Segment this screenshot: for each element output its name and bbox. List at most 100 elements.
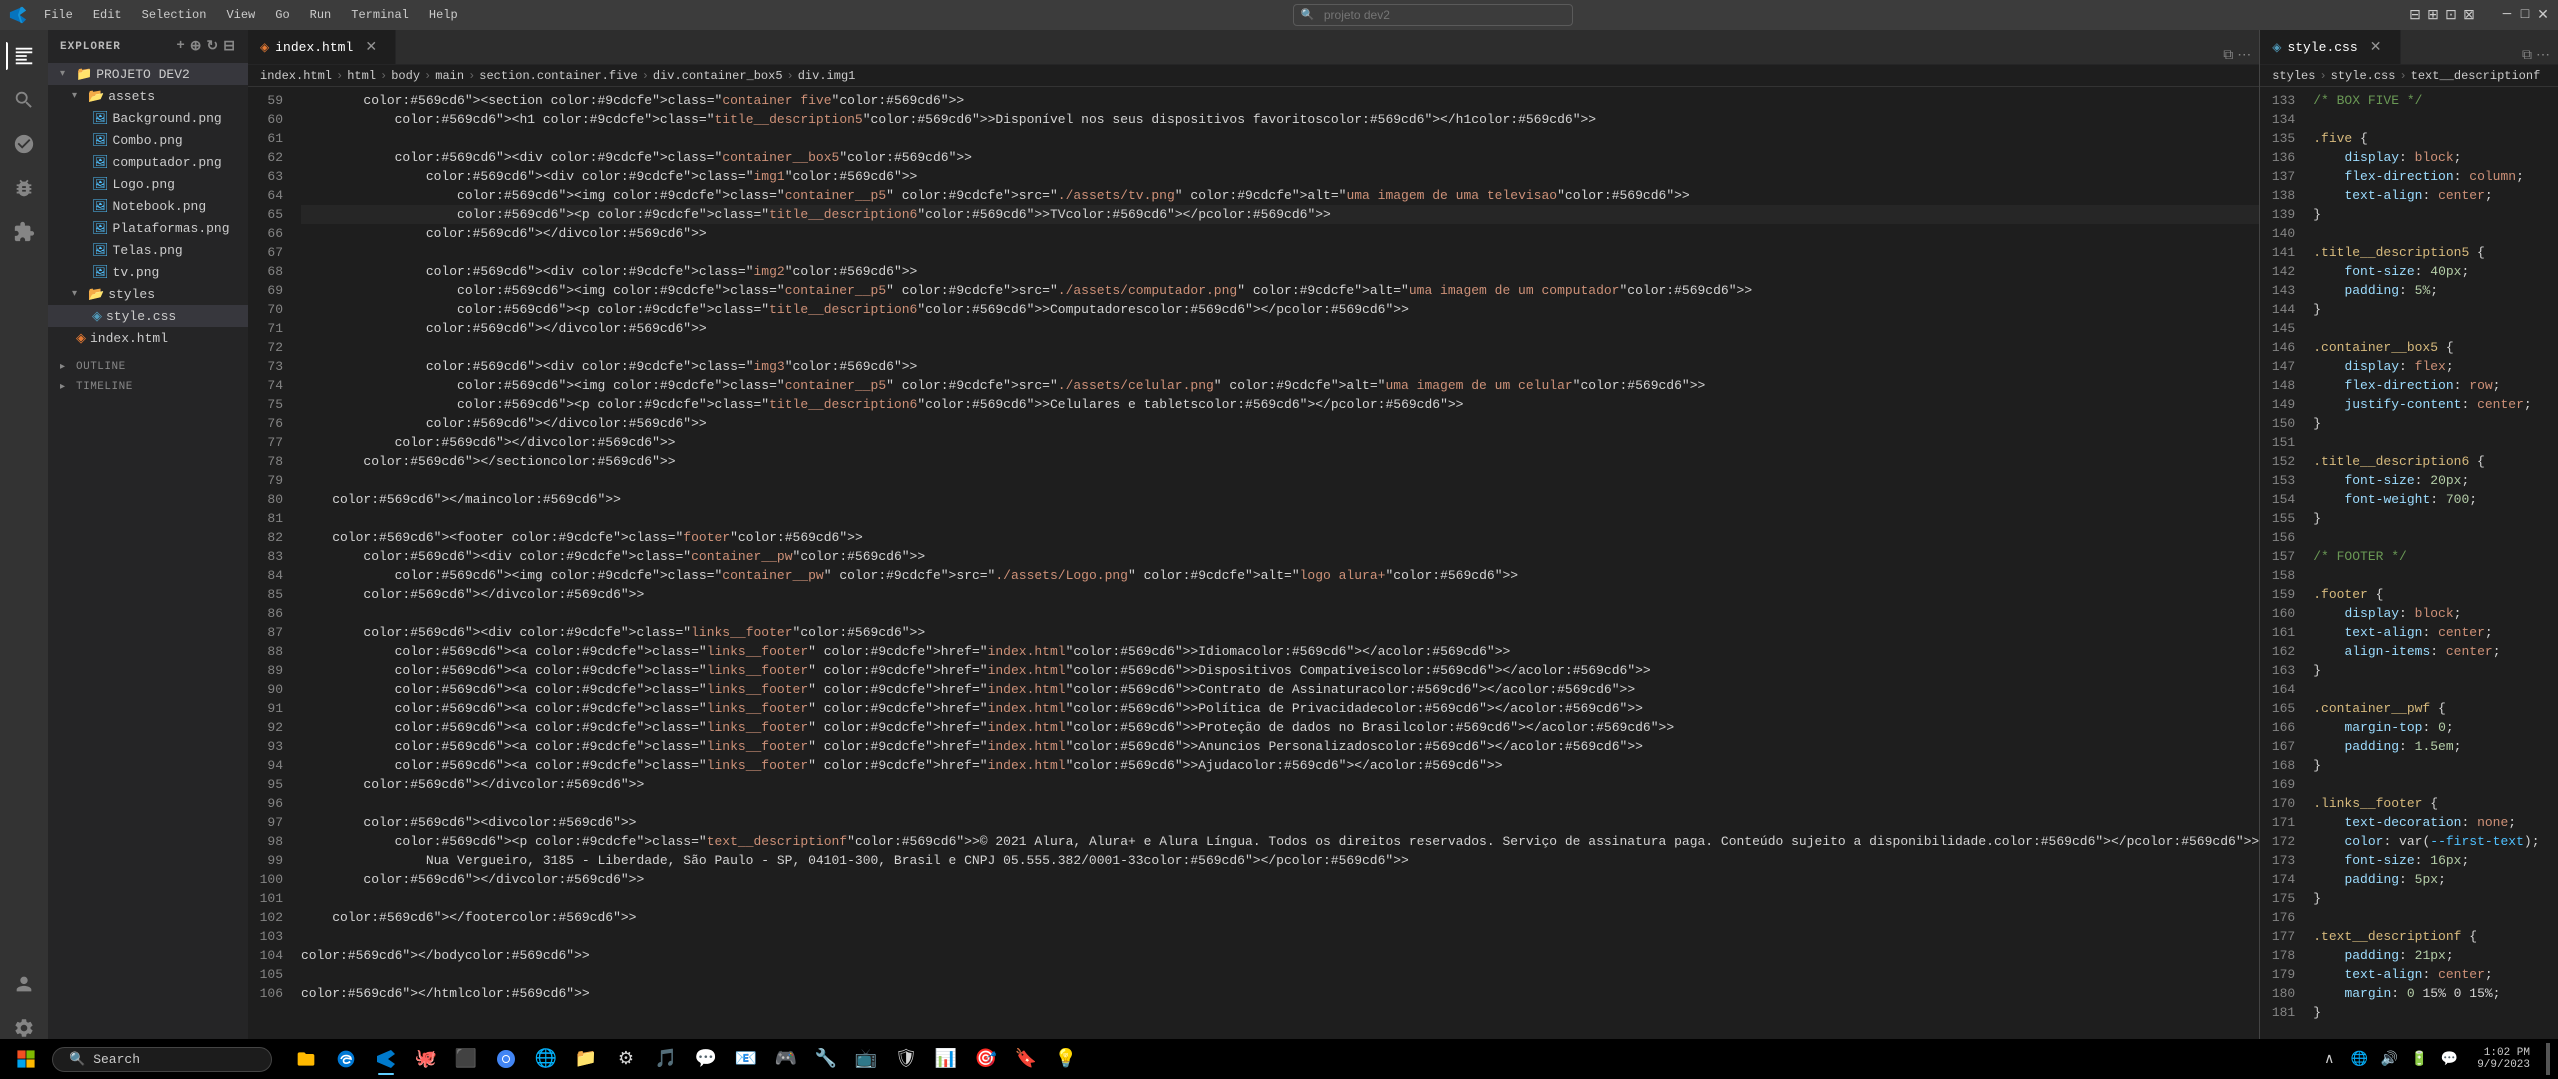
taskbar-app-github[interactable]: 🐙 (408, 1041, 444, 1077)
new-folder-icon[interactable]: ⊕ (190, 38, 203, 55)
menu-terminal[interactable]: Terminal (343, 4, 417, 26)
taskbar-app-misc9[interactable]: 📺 (848, 1041, 884, 1077)
png-file-icon: 🖼 (92, 221, 109, 236)
png-file-icon: 🖼 (92, 155, 109, 170)
time-display[interactable]: 1:02 PM 9/9/2023 (2469, 1047, 2538, 1071)
activity-extensions[interactable] (6, 214, 42, 250)
activity-source-control[interactable] (6, 126, 42, 162)
taskbar-app-terminal[interactable]: ⬛ (448, 1041, 484, 1077)
tab-close-button[interactable]: ✕ (363, 39, 379, 55)
window-controls: ⊟ ⊞ ⊡ ⊠ ─ □ ✕ (2408, 8, 2550, 22)
left-code-content[interactable]: color:#569cd6"><section color:#9cdcfe">c… (293, 87, 2259, 1054)
layout-icon-3[interactable]: ⊡ (2444, 8, 2458, 22)
sidebar-item-stylecss[interactable]: ◈ style.css (48, 305, 248, 327)
layout-icon-2[interactable]: ⊞ (2426, 8, 2440, 22)
menu-edit[interactable]: Edit (85, 4, 130, 26)
taskbar-app-misc7[interactable]: 🎮 (768, 1041, 804, 1077)
more-actions-icon[interactable]: ⋯ (2536, 47, 2550, 64)
tab-label: index.html (275, 40, 353, 55)
tab-stylecss[interactable]: ◈ style.css ✕ (2260, 30, 2400, 64)
taskbar-app-vscode[interactable] (368, 1041, 404, 1077)
search-container: 🔍 (1293, 4, 1573, 26)
taskbar-app-chrome[interactable] (488, 1041, 524, 1077)
sidebar-styles-folder[interactable]: ▾ 📂 styles (48, 283, 248, 305)
sidebar-assets-folder[interactable]: ▾ 📂 assets (48, 85, 248, 107)
activity-profile[interactable] (6, 966, 42, 1002)
taskbar-app-misc3[interactable]: ⚙ (608, 1041, 644, 1077)
taskbar-app-misc8[interactable]: 🔧 (808, 1041, 844, 1077)
taskbar-app-misc13[interactable]: 🔖 (1008, 1041, 1044, 1077)
sidebar-item-logo[interactable]: 🖼 Logo.png (48, 173, 248, 195)
sidebar-item-tv[interactable]: 🖼 tv.png (48, 261, 248, 283)
volume-icon[interactable]: 🔊 (2377, 1047, 2401, 1071)
taskbar-search-bar[interactable]: 🔍 Search (52, 1047, 272, 1072)
taskbar-app-misc12[interactable]: 🎯 (968, 1041, 1004, 1077)
activity-search[interactable] (6, 82, 42, 118)
sidebar-item-plataformas[interactable]: 🖼 Plataformas.png (48, 217, 248, 239)
top-search-input[interactable] (1293, 4, 1573, 26)
taskbar-app-explorer[interactable] (288, 1041, 324, 1077)
activity-debug[interactable] (6, 170, 42, 206)
sidebar-item-background[interactable]: 🖼 Background.png (48, 107, 248, 129)
sidebar-title: EXPLORER (60, 41, 121, 53)
new-file-icon[interactable]: + (176, 38, 185, 55)
breadcrumb-div-img1: div.img1 (798, 69, 856, 83)
file-label: Logo.png (113, 177, 175, 192)
maximize-button[interactable]: □ (2518, 8, 2532, 22)
taskbar-app-misc14[interactable]: 💡 (1048, 1041, 1084, 1077)
sidebar-item-telas[interactable]: 🖼 Telas.png (48, 239, 248, 261)
menu-file[interactable]: File (36, 4, 81, 26)
more-actions-icon[interactable]: ⋯ (2237, 47, 2251, 64)
breadcrumb-sep: › (380, 69, 387, 83)
timeline-section[interactable]: ▸ TIMELINE (48, 377, 248, 397)
right-code-content[interactable]: /* BOX FIVE */ .five { display: block; f… (2305, 87, 2558, 1054)
layout-icon-4[interactable]: ⊠ (2462, 8, 2476, 22)
refresh-icon[interactable]: ↻ (207, 38, 220, 55)
start-button[interactable] (8, 1041, 44, 1077)
collapse-all-icon[interactable]: ⊟ (223, 38, 236, 55)
taskbar-app-edge[interactable] (328, 1041, 364, 1077)
sidebar-actions: + ⊕ ↻ ⊟ (176, 38, 236, 55)
menu-help[interactable]: Help (421, 4, 466, 26)
tab-indexhtml[interactable]: ◈ index.html ✕ (248, 30, 396, 64)
folder-icon: 📂 (88, 287, 104, 302)
sidebar-project-root[interactable]: ▾ 📁 PROJETO DEV2 (48, 63, 248, 85)
taskbar-app-misc1[interactable]: 🌐 (528, 1041, 564, 1077)
tab-close-button[interactable]: ✕ (2368, 39, 2384, 55)
right-editor-content[interactable]: 1331341351361371381391401411421431441451… (2260, 87, 2558, 1054)
sidebar-item-computador[interactable]: 🖼 computador.png (48, 151, 248, 173)
taskbar-app-misc2[interactable]: 📁 (568, 1041, 604, 1077)
chevron-up-icon[interactable]: ∧ (2317, 1047, 2341, 1071)
taskbar-app-misc11[interactable]: 📊 (928, 1041, 964, 1077)
taskbar-app-misc6[interactable]: 📧 (728, 1041, 764, 1077)
sidebar-item-combo[interactable]: 🖼 Combo.png (48, 129, 248, 151)
menu-view[interactable]: View (218, 4, 263, 26)
close-button[interactable]: ✕ (2536, 8, 2550, 22)
css-file-icon: ◈ (2272, 40, 2281, 55)
split-editor-icon[interactable]: ⧉ (2522, 48, 2532, 64)
top-search-wrapper: 🔍 (470, 4, 2396, 26)
left-editor-content[interactable]: 5960616263646566676869707172737475767778… (248, 87, 2259, 1054)
sidebar-item-indexhtml[interactable]: ◈ index.html (48, 327, 248, 349)
tab-label: style.css (2287, 40, 2357, 55)
taskbar-app-misc4[interactable]: 🎵 (648, 1041, 684, 1077)
minimize-button[interactable]: ─ (2500, 8, 2514, 22)
file-label: Background.png (113, 111, 222, 126)
menu-selection[interactable]: Selection (134, 4, 215, 26)
show-desktop-button[interactable] (2546, 1043, 2550, 1075)
taskbar-app-misc10[interactable]: 🛡 (888, 1041, 924, 1077)
taskbar-app-misc5[interactable]: 💬 (688, 1041, 724, 1077)
sidebar: EXPLORER + ⊕ ↻ ⊟ ▾ 📁 PROJETO DEV2 ▾ 📂 as… (48, 30, 248, 1054)
notification-icon[interactable]: 💬 (2437, 1047, 2461, 1071)
outline-section[interactable]: ▸ OUTLINE (48, 357, 248, 377)
layout-icon-1[interactable]: ⊟ (2408, 8, 2422, 22)
split-editor-icon[interactable]: ⧉ (2223, 48, 2233, 64)
activity-explorer[interactable] (6, 38, 42, 74)
sidebar-item-notebook[interactable]: 🖼 Notebook.png (48, 195, 248, 217)
battery-icon[interactable]: 🔋 (2407, 1047, 2431, 1071)
menu-go[interactable]: Go (267, 4, 297, 26)
menu-run[interactable]: Run (302, 4, 340, 26)
right-tab-bar: ◈ style.css ✕ ⧉ ⋯ (2260, 30, 2558, 65)
network-icon[interactable]: 🌐 (2347, 1047, 2371, 1071)
breadcrumb-indexhtml: index.html (260, 69, 332, 83)
